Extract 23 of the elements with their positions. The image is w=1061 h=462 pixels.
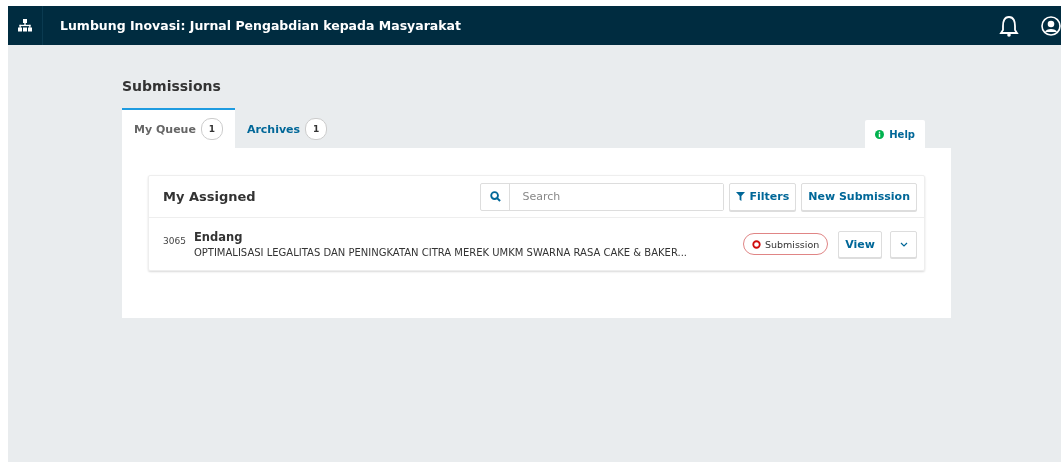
sitemap-icon (18, 19, 32, 32)
new-submission-button[interactable]: New Submission (801, 182, 917, 211)
search-field[interactable]: Search (480, 182, 725, 211)
bell-icon[interactable] (999, 14, 1019, 37)
submission-id: 3065 (163, 236, 186, 246)
list-title: My Assigned (163, 189, 257, 204)
filters-button[interactable]: Filters (729, 182, 797, 211)
page-title: Submissions (122, 78, 222, 94)
count-badge: 1 (200, 118, 223, 140)
help-button[interactable]: Help (865, 120, 925, 148)
count-badge: 1 (305, 118, 328, 140)
filter-icon (736, 192, 746, 201)
info-icon (875, 129, 885, 139)
caret-icon (899, 241, 908, 247)
submission-title[interactable]: OPTIMALISASI LEGALITAS DAN PENINGKATAN CITRA MEREK UMKM SWARNA RASA CAKE & BAKER... (193, 247, 735, 258)
journal-title[interactable]: Lumbung Inovasi: Jurnal Pengabdian kepada Masyarakat (60, 18, 461, 33)
user-avatar-icon[interactable] (1041, 15, 1061, 36)
submission-author[interactable]: Endang (193, 230, 735, 244)
view-button[interactable]: View (838, 230, 882, 258)
tab[interactable]: My Queue 1 (122, 108, 235, 148)
ring-icon (751, 239, 761, 249)
search-icon (489, 191, 501, 202)
tab[interactable]: Archives 1 (234, 108, 340, 148)
